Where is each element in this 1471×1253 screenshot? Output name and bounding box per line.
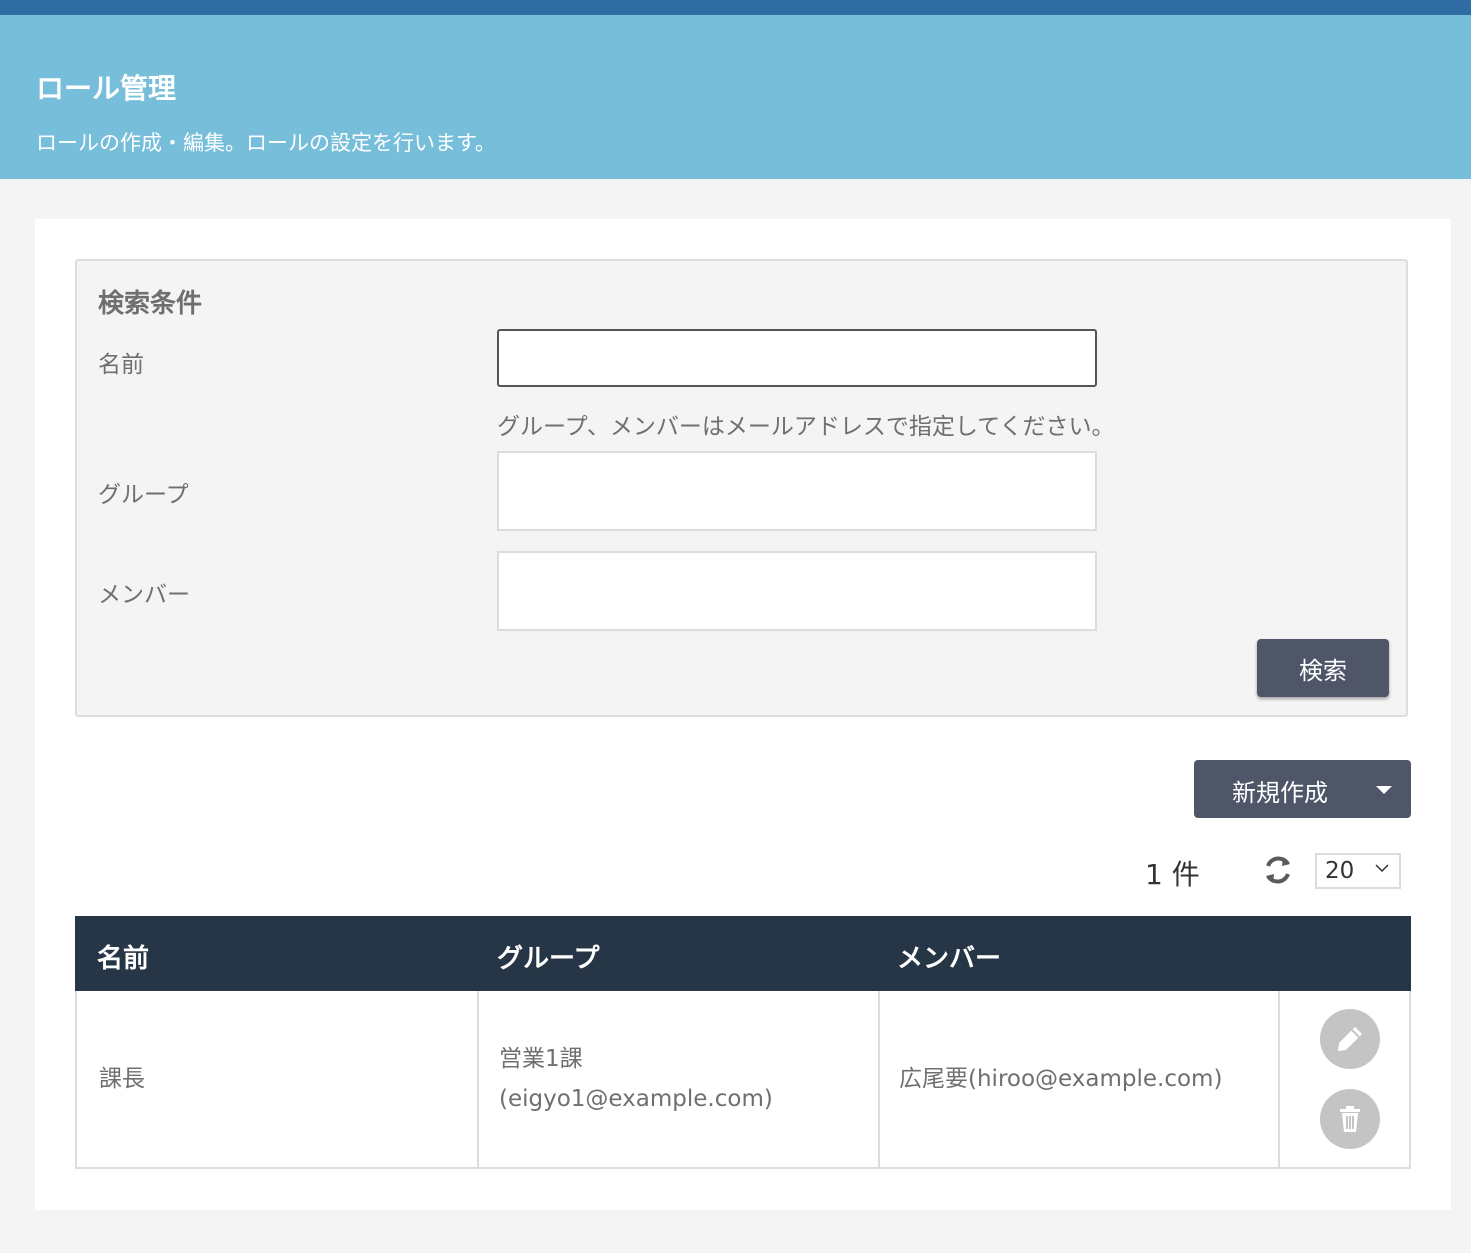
column-divider bbox=[477, 991, 479, 1167]
result-count: 1 件 bbox=[1145, 858, 1200, 891]
page-size-value: 20 bbox=[1325, 858, 1355, 884]
caret-down-icon[interactable] bbox=[1376, 786, 1392, 794]
edit-button[interactable] bbox=[1320, 1009, 1380, 1069]
column-header-member: メンバー bbox=[897, 944, 1002, 974]
edit-icon bbox=[1338, 1027, 1362, 1051]
page-title: ロール管理 bbox=[36, 72, 177, 105]
search-conditions-box: 検索条件 名前 グループ、メンバーはメールアドレスで指定してください。 グループ… bbox=[75, 259, 1408, 717]
search-conditions-title: 検索条件 bbox=[98, 289, 203, 319]
cell-group-email: (eigyo1@example.com) bbox=[499, 1086, 773, 1112]
cell-member: 広尾要(hiroo@example.com) bbox=[899, 1066, 1223, 1092]
group-label: グループ bbox=[98, 482, 189, 508]
table-row: 課長 営業1課 (eigyo1@example.com) 広尾要(hiroo@e… bbox=[75, 991, 1411, 1169]
group-input[interactable] bbox=[497, 451, 1097, 531]
column-header-group: グループ bbox=[497, 944, 600, 974]
page-size-select[interactable]: 20 bbox=[1315, 853, 1401, 889]
new-create-label: 新規作成 bbox=[1232, 779, 1328, 807]
cell-group: 営業1課 (eigyo1@example.com) bbox=[499, 1039, 773, 1119]
chevron-down-icon bbox=[1375, 864, 1389, 873]
content-panel: 検索条件 名前 グループ、メンバーはメールアドレスで指定してください。 グループ… bbox=[35, 219, 1451, 1210]
name-input[interactable] bbox=[497, 329, 1097, 387]
page-header: ロール管理 ロールの作成・編集。ロールの設定を行います。 bbox=[0, 15, 1471, 179]
search-hint: グループ、メンバーはメールアドレスで指定してください。 bbox=[497, 414, 1115, 440]
delete-button[interactable] bbox=[1320, 1089, 1380, 1149]
new-create-button[interactable]: 新規作成 bbox=[1194, 760, 1411, 818]
name-label: 名前 bbox=[98, 352, 144, 378]
member-label: メンバー bbox=[98, 582, 190, 608]
column-divider bbox=[878, 991, 880, 1167]
page-subtitle: ロールの作成・編集。ロールの設定を行います。 bbox=[36, 131, 496, 155]
column-divider bbox=[1278, 991, 1280, 1167]
cell-name: 課長 bbox=[99, 1066, 145, 1092]
table-header: 名前 グループ メンバー bbox=[75, 916, 1411, 991]
search-button[interactable]: 検索 bbox=[1257, 639, 1389, 697]
delete-icon bbox=[1340, 1106, 1360, 1132]
top-accent-bar bbox=[0, 0, 1471, 15]
refresh-icon[interactable] bbox=[1261, 853, 1295, 887]
column-header-name: 名前 bbox=[97, 944, 150, 974]
member-input[interactable] bbox=[497, 551, 1097, 631]
cell-group-name: 営業1課 bbox=[499, 1046, 583, 1072]
